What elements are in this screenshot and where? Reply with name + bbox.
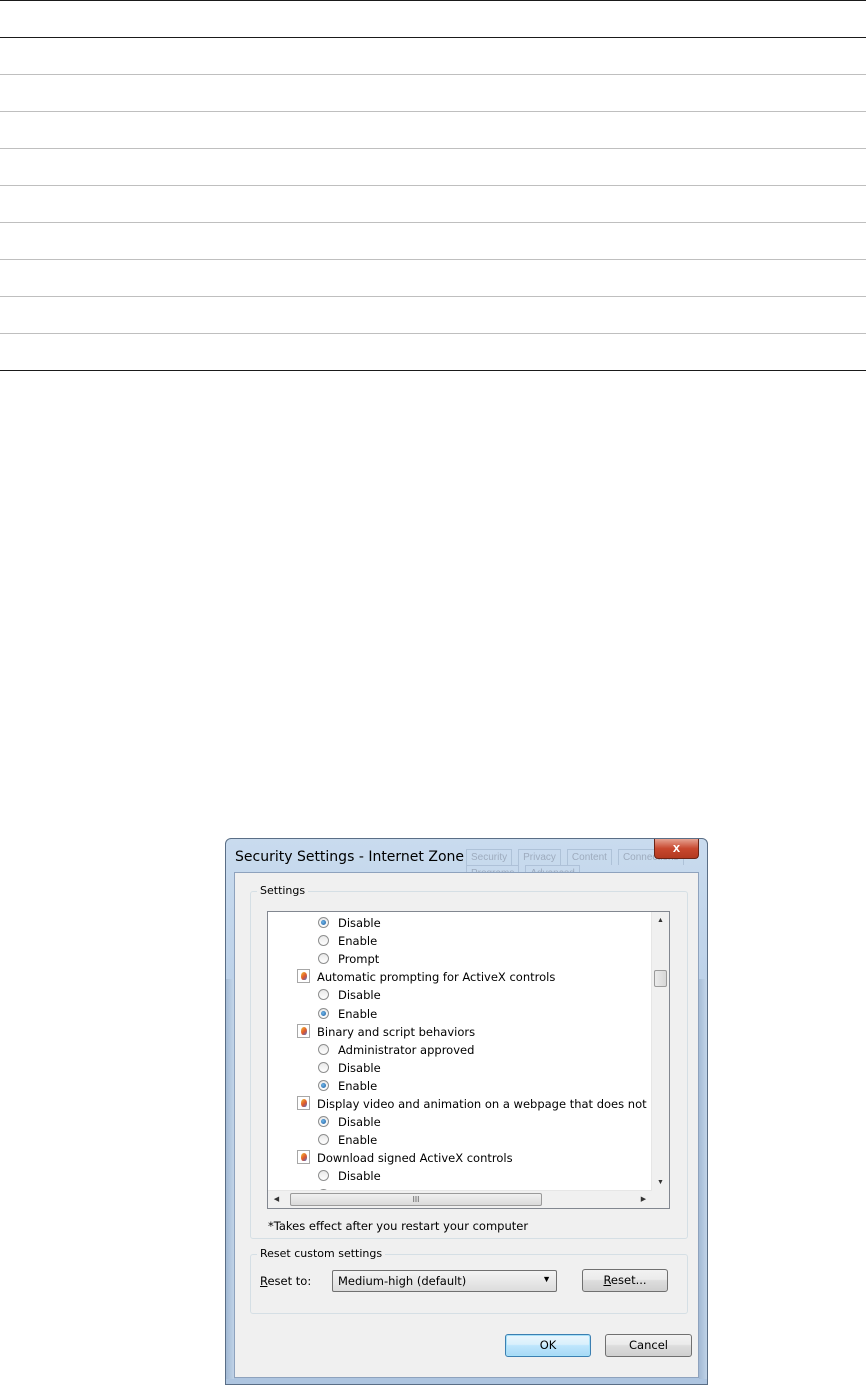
reset-group-label: Reset custom settings: [257, 1247, 386, 1260]
settings-shield-icon: [297, 1150, 310, 1165]
scrollbar-corner: [652, 1191, 669, 1208]
reset-button-access-key: R: [603, 1273, 611, 1287]
setting-category: Binary and script behaviors: [297, 1023, 475, 1041]
scroll-right-icon[interactable]: ▶: [635, 1191, 652, 1208]
setting-category: Display video and animation on a webpage…: [297, 1095, 652, 1113]
settings-group: Settings Disable Enable Prompt Automatic pr…: [250, 884, 688, 1239]
ok-button[interactable]: OK: [505, 1334, 591, 1357]
option-label: Disable: [338, 1115, 381, 1130]
table-row-rule: [0, 333, 866, 334]
radio-unselected-icon[interactable]: [318, 1061, 329, 1073]
radio-selected-icon[interactable]: [318, 1007, 329, 1019]
setting-category: Download signed ActiveX controls: [297, 1149, 513, 1167]
dialog-client-area: Settings Disable Enable Prompt Automatic pr…: [234, 872, 699, 1378]
table-bottom-rule: [0, 370, 866, 371]
background-tab: Privacy: [518, 849, 561, 865]
option-label: Disable: [338, 916, 381, 930]
close-icon: x: [672, 840, 681, 855]
settings-list[interactable]: Disable Enable Prompt Automatic prompting f…: [267, 911, 670, 1209]
reset-button[interactable]: Reset...: [582, 1269, 668, 1292]
setting-option[interactable]: Enable: [318, 1077, 377, 1095]
reset-to-label: Reset to:: [260, 1274, 311, 1288]
settings-shield-icon: [297, 1096, 310, 1110]
horizontal-scroll-thumb[interactable]: III: [290, 1193, 542, 1206]
table-row-rule: [0, 74, 866, 75]
settings-shield-icon: [297, 1023, 310, 1038]
option-label: Disable: [338, 1060, 381, 1075]
radio-unselected-icon[interactable]: [318, 1134, 329, 1146]
radio-selected-icon[interactable]: [318, 917, 329, 928]
table-row-rule: [0, 259, 866, 260]
option-label: Enable: [338, 1006, 378, 1021]
settings-shield-icon: [297, 969, 310, 984]
radio-unselected-icon[interactable]: [318, 1043, 329, 1055]
reset-level-dropdown[interactable]: Medium-high (default) ▼: [332, 1270, 557, 1292]
radio-selected-icon[interactable]: [318, 1079, 329, 1091]
setting-option[interactable]: Disable: [318, 986, 381, 1004]
dialog-title: Security Settings - Internet Zone: [235, 849, 464, 865]
setting-option[interactable]: Disable: [318, 1167, 381, 1185]
radio-unselected-icon[interactable]: [318, 935, 329, 947]
scroll-left-icon[interactable]: ◀: [268, 1191, 285, 1208]
table-row-rule: [0, 222, 866, 223]
cancel-button[interactable]: Cancel: [605, 1334, 692, 1357]
table-row-rule: [0, 185, 866, 186]
setting-option[interactable]: Disable: [318, 914, 381, 932]
scroll-up-icon[interactable]: ▲: [652, 912, 669, 929]
radio-unselected-icon[interactable]: [318, 989, 329, 1001]
table-row-rule: [0, 148, 866, 149]
option-label: Automatic prompting for ActiveX controls: [317, 970, 556, 985]
setting-option[interactable]: Administrator approved: [318, 1041, 474, 1059]
table-header-rule: [0, 37, 866, 38]
reset-button-label: eset...: [610, 1273, 647, 1287]
restart-note: *Takes effect after you restart your com…: [268, 1219, 529, 1233]
option-label: Binary and script behaviors: [317, 1024, 476, 1039]
table-top-rule: [0, 0, 866, 1]
chevron-down-icon: ▼: [542, 1274, 551, 1284]
option-label: Disable: [338, 1169, 381, 1184]
window-frame-right: [699, 979, 707, 1379]
background-tab: Security: [466, 849, 513, 865]
reset-level-value: Medium-high (default): [338, 1274, 467, 1288]
reset-custom-settings-group: Reset custom settings Reset to: Medium-h…: [250, 1247, 688, 1314]
reset-to-label-text: eset to:: [267, 1274, 312, 1288]
setting-option[interactable]: Enable: [318, 1005, 377, 1023]
scroll-down-icon[interactable]: ▼: [652, 1174, 669, 1191]
horizontal-scrollbar[interactable]: ◀ III ▶: [268, 1190, 652, 1208]
setting-option[interactable]: Enable: [318, 1131, 377, 1149]
setting-option[interactable]: Disable: [318, 1059, 381, 1077]
settings-list-items: Disable Enable Prompt Automatic prompting f…: [268, 912, 652, 1191]
settings-group-label: Settings: [257, 884, 309, 897]
option-label: Disable: [338, 988, 381, 1003]
security-settings-dialog: SecurityPrivacyContentConnectionsProgram…: [225, 838, 708, 1385]
option-label: Download signed ActiveX controls: [317, 1151, 513, 1166]
setting-option[interactable]: Disable: [318, 1113, 381, 1131]
table-row-rule: [0, 296, 866, 297]
background-tab: Content: [566, 849, 612, 865]
option-label: Display video and animation on a webpage…: [317, 1097, 652, 1111]
setting-category: Automatic prompting for ActiveX controls: [297, 968, 555, 986]
setting-option[interactable]: Enable: [318, 932, 377, 950]
setting-option[interactable]: Prompt: [318, 950, 379, 968]
option-label: Enable: [338, 1078, 378, 1093]
option-label: Administrator approved: [338, 1042, 475, 1057]
close-button[interactable]: x: [654, 839, 699, 859]
radio-unselected-icon[interactable]: [318, 953, 329, 965]
vertical-scrollbar[interactable]: ▲ ▼: [651, 912, 669, 1191]
option-label: Prompt: [338, 952, 380, 967]
option-label: Enable: [338, 1133, 378, 1148]
option-label: Enable: [338, 934, 378, 949]
table-row-rule: [0, 111, 866, 112]
vertical-scroll-thumb[interactable]: [654, 970, 667, 987]
radio-unselected-icon[interactable]: [318, 1170, 329, 1182]
window-frame-left: [226, 979, 234, 1379]
radio-selected-icon[interactable]: [318, 1116, 329, 1128]
